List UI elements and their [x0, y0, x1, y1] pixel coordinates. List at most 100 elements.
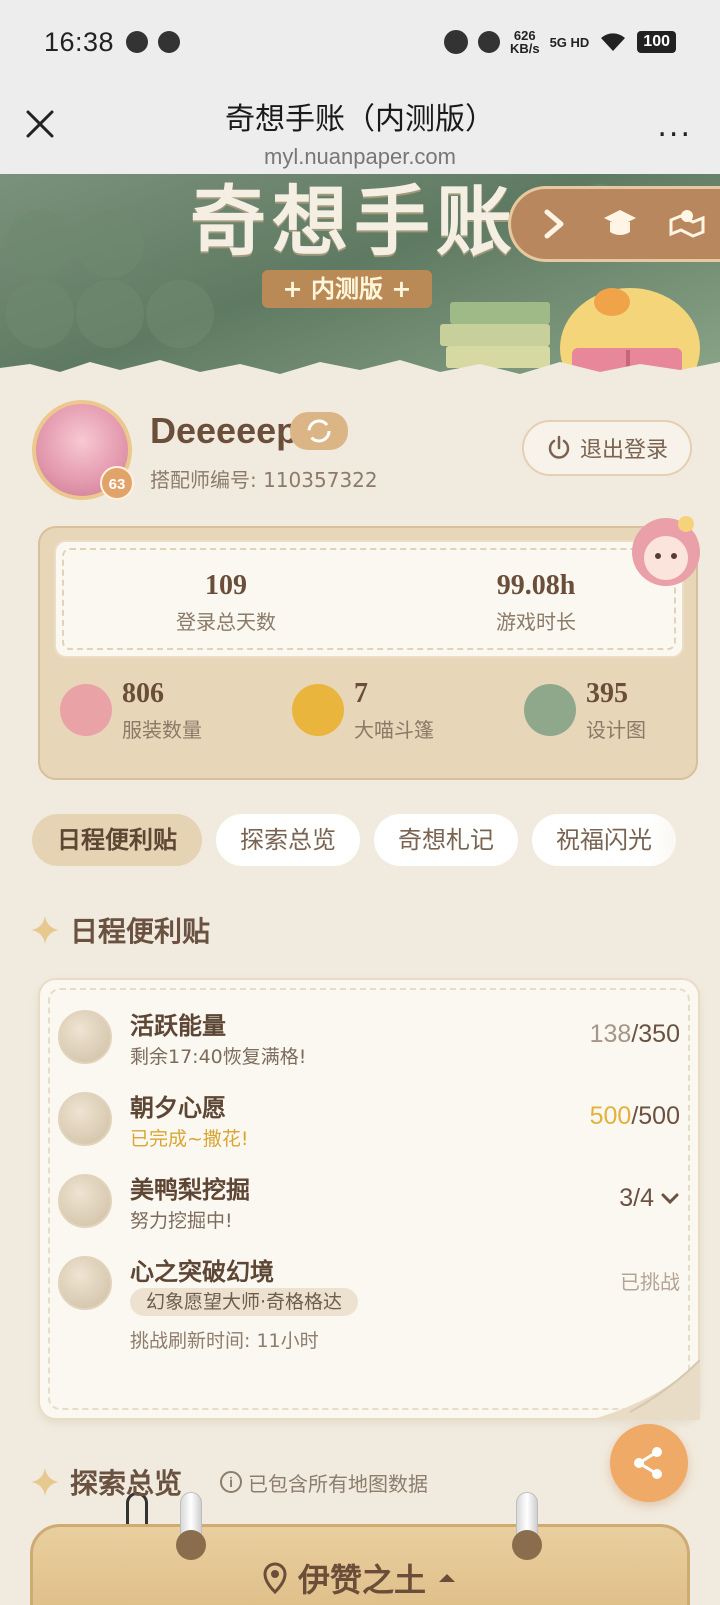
- mute-icon: [477, 31, 500, 53]
- wish-max: /500: [631, 1102, 680, 1130]
- row-title: 心之突破幻境: [130, 1258, 274, 1286]
- binder-hole-right: [512, 1530, 542, 1560]
- row-subtitle: 已完成~撒花!: [130, 1128, 249, 1150]
- explore-section-header: 探索总览 i 已包含所有地图数据: [30, 1462, 428, 1502]
- power-icon: [548, 435, 570, 459]
- signal-indicator: 5G HD: [549, 34, 590, 50]
- banner-title: 奇想手账: [190, 177, 518, 266]
- schedule-row-energy[interactable]: 活跃能量 剩余17:40恢复满格! 138/350: [58, 1006, 680, 1076]
- crossed-swords-icon: [58, 1256, 112, 1310]
- refresh-icon: [307, 419, 331, 443]
- row-title: 活跃能量: [130, 1012, 226, 1040]
- explore-note-text: 已包含所有地图数据: [248, 1471, 429, 1496]
- refresh-time: 挑战刷新时间: 11小时: [130, 1330, 319, 1352]
- share-icon: [634, 1447, 662, 1479]
- energy-max: /350: [631, 1020, 680, 1048]
- dig-progress-value: 3/4: [619, 1184, 654, 1212]
- paper-tear-edge: [0, 360, 720, 394]
- chat-bubble-icon: [126, 31, 149, 53]
- sparkle-icon: [31, 1468, 59, 1496]
- tab-notes[interactable]: 奇想札记: [374, 814, 518, 866]
- stat-login-days: 109 登录总天数: [126, 570, 326, 635]
- switch-account-button[interactable]: [290, 412, 348, 450]
- energy-crystal-icon: [58, 1010, 112, 1064]
- region-name: 伊赞之土: [297, 1561, 426, 1599]
- banner-toolbar: [508, 186, 720, 262]
- chevron-up-icon: [439, 1574, 455, 1582]
- stat-designs: 395 设计图: [524, 678, 684, 748]
- chibi-girl-sticker: [632, 516, 700, 586]
- wish-progress: 500/500: [590, 1102, 680, 1131]
- chevron-down-icon: [661, 1193, 679, 1204]
- browser-title-bar: 奇想手账（内测版） myl.nuanpaper.com ...: [0, 84, 720, 174]
- location-pin-icon: [263, 1562, 287, 1594]
- explore-note: i 已包含所有地图数据: [220, 1468, 428, 1497]
- schedule-section-title: 日程便利贴: [70, 915, 211, 948]
- row-title: 美鸭梨挖掘: [130, 1176, 250, 1204]
- schedule-card: 活跃能量 剩余17:40恢复满格! 138/350 朝夕心愿 已完成~撒花! 5…: [38, 978, 700, 1420]
- dig-basket-icon: [58, 1174, 112, 1228]
- logout-button[interactable]: 退出登录: [522, 420, 692, 476]
- row-subtitle: 努力挖掘中!: [130, 1210, 233, 1232]
- play-arrow-icon[interactable]: [533, 204, 573, 244]
- stylist-id: 搭配师编号: 110357322: [150, 468, 378, 492]
- tab-schedule[interactable]: 日程便利贴: [32, 814, 202, 866]
- graduation-cap-icon[interactable]: [600, 204, 640, 244]
- outfits-value: 806: [122, 678, 164, 709]
- page-title: 奇想手账（内测版）: [225, 102, 495, 137]
- share-button[interactable]: [610, 1424, 688, 1502]
- user-name: Deeeeep: [150, 410, 299, 451]
- close-icon[interactable]: [22, 106, 58, 142]
- banner-badge: + 内测版 +: [262, 270, 432, 308]
- alarm-icon: [443, 30, 468, 54]
- wish-current: 500: [589, 1102, 632, 1130]
- binder-hole-left: [176, 1530, 206, 1560]
- row-subtitle: 剩余17:40恢复满格!: [130, 1046, 307, 1068]
- region-selector[interactable]: 伊赞之土: [220, 1548, 500, 1605]
- missed-call-icon: [158, 31, 181, 53]
- schedule-section-header: 日程便利贴: [30, 910, 210, 950]
- designs-label: 设计图: [586, 718, 646, 742]
- hero-banner: 奇想手账 + 内测版 +: [0, 174, 720, 394]
- stat-play-time: 99.08h 游戏时长: [436, 570, 636, 635]
- status-time: 16:38: [44, 26, 115, 57]
- tab-explore[interactable]: 探索总览: [216, 814, 360, 866]
- schedule-row-wish[interactable]: 朝夕心愿 已完成~撒花! 500/500: [58, 1088, 680, 1158]
- status-notification-icons: [126, 31, 181, 1552]
- stat-cloaks: 7 大喵斗篷: [292, 678, 492, 748]
- cloaks-value: 7: [354, 678, 368, 709]
- energy-progress: 138/350: [590, 1020, 680, 1049]
- boss-tag: 幻象愿望大师·奇格格达: [130, 1288, 359, 1316]
- more-menu-icon[interactable]: ...: [657, 112, 692, 142]
- status-bar: 16:38 626 KB/s 5G HD 100: [0, 0, 720, 1552]
- level-badge: 63: [100, 466, 134, 500]
- page-url: myl.nuanpaper.com: [264, 144, 456, 169]
- play-time-value: 99.08h: [496, 570, 576, 601]
- stat-outfits: 806 服装数量: [60, 678, 260, 748]
- schedule-row-breakthrough[interactable]: 心之突破幻境 幻象愿望大师·奇格格达 挑战刷新时间: 11小时 已挑战: [58, 1252, 680, 1352]
- page-curl-deco: [590, 1360, 700, 1420]
- designs-value: 395: [586, 678, 628, 709]
- energy-current: 138: [589, 1020, 632, 1048]
- dig-progress[interactable]: 3/4: [619, 1184, 680, 1213]
- cloaks-label: 大喵斗篷: [354, 718, 434, 742]
- design-icon: [524, 684, 576, 736]
- network-speed: 626 KB/s: [510, 29, 540, 55]
- outfits-label: 服装数量: [122, 718, 202, 742]
- challenge-status: 已挑战: [620, 1270, 680, 1294]
- net-speed-unit: KB/s: [509, 41, 540, 56]
- wish-bottle-icon: [58, 1092, 112, 1146]
- user-profile: 63 Deeeeep 搭配师编号: 110357322 退出登录: [32, 400, 692, 500]
- explore-section-title: 探索总览: [70, 1467, 183, 1500]
- logout-label: 退出登录: [579, 438, 668, 463]
- map-pin-icon[interactable]: [667, 204, 707, 244]
- outfit-icon: [60, 684, 112, 736]
- login-days-label: 登录总天数: [176, 610, 276, 634]
- login-days-value: 109: [205, 570, 247, 601]
- sparkle-icon: [31, 916, 59, 944]
- stats-summary-panel: 109 登录总天数 99.08h 游戏时长: [54, 540, 684, 658]
- row-title: 朝夕心愿: [130, 1094, 226, 1122]
- section-tabs: 日程便利贴 探索总览 奇想札记 祝福闪光: [32, 814, 720, 868]
- schedule-row-dig[interactable]: 美鸭梨挖掘 努力挖掘中! 3/4: [58, 1170, 680, 1240]
- play-time-label: 游戏时长: [496, 610, 576, 634]
